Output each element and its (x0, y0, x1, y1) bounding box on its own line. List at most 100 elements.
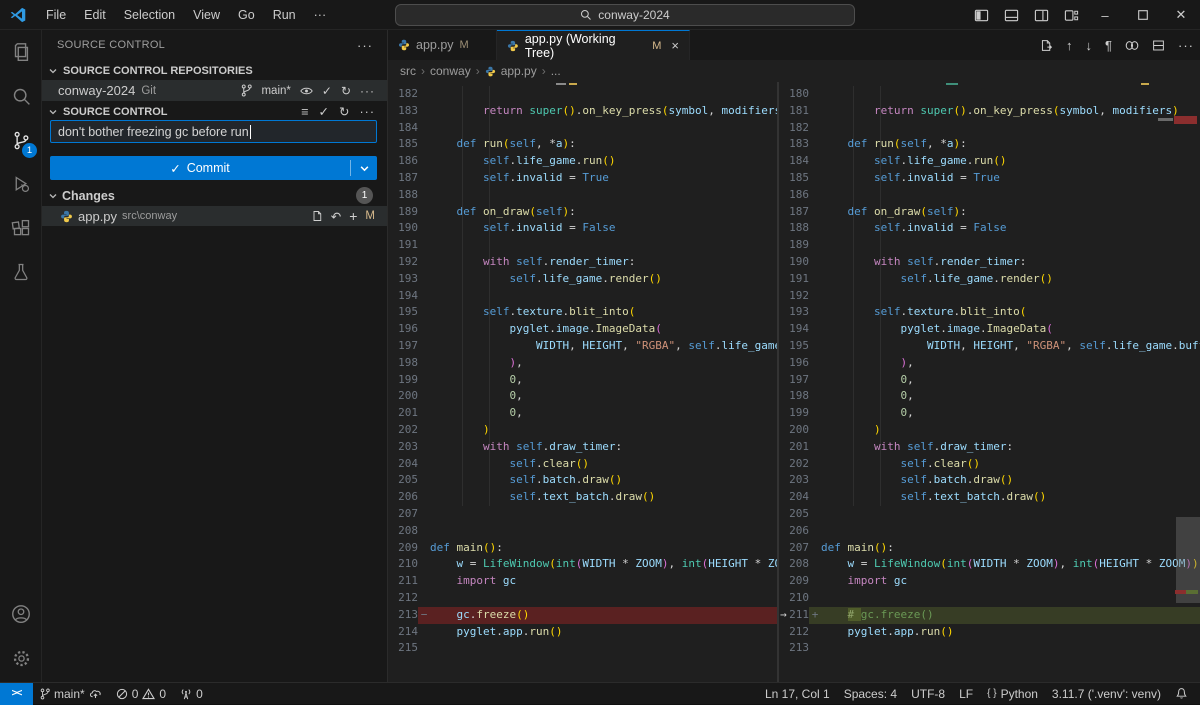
problems-status-item[interactable]: 0 0 (109, 683, 173, 705)
scm-section-header[interactable]: SOURCE CONTROL ≡ ✓ ↻ ··· (42, 102, 387, 121)
tab-app-py[interactable]: app.py M (388, 30, 497, 60)
menu-file[interactable]: File (37, 0, 75, 30)
diff-sign (809, 472, 821, 489)
diff-sign (809, 372, 821, 389)
encoding-item[interactable]: UTF-8 (904, 683, 952, 705)
explorer-icon[interactable] (0, 30, 42, 74)
testing-icon[interactable] (0, 250, 42, 294)
commit-check-icon[interactable]: ✓ (322, 84, 332, 98)
line-number: 206 (388, 489, 418, 506)
eol-item[interactable]: LF (952, 683, 980, 705)
breadcrumb-item[interactable]: app.py (501, 64, 537, 78)
source-control-view-icon[interactable]: 1 (0, 118, 42, 162)
modified-pane[interactable]: 180181 return super().on_key_press(symbo… (779, 82, 1200, 682)
eye-icon[interactable] (300, 86, 313, 96)
menu-more[interactable]: ··· (305, 0, 336, 30)
ports-status-item[interactable]: 0 (173, 683, 210, 705)
repositories-header[interactable]: SOURCE CONTROL REPOSITORIES (42, 61, 387, 80)
text-caret (250, 125, 251, 139)
run-debug-icon[interactable] (0, 162, 42, 206)
search-view-icon[interactable] (0, 74, 42, 118)
customize-layout-icon[interactable] (1056, 0, 1086, 30)
line-number: 197 (388, 338, 418, 355)
language-mode-item[interactable]: { } Python (980, 683, 1045, 705)
editor-more-icon[interactable]: ··· (1178, 38, 1194, 53)
code-line: 212 (388, 590, 777, 607)
line-number: 203 (779, 472, 809, 489)
extensions-icon[interactable] (0, 206, 42, 250)
breadcrumb-item[interactable]: ... (551, 64, 561, 78)
line-number: 208 (388, 523, 418, 540)
open-file-icon[interactable] (311, 210, 323, 222)
refresh-icon[interactable]: ↻ (339, 104, 349, 119)
menu-run[interactable]: Run (264, 0, 305, 30)
sidebar-more-icon[interactable]: ··· (357, 38, 373, 53)
tab-modified-badge: M (460, 39, 469, 51)
maximize-button[interactable] (1124, 0, 1162, 30)
split-editor-icon[interactable] (1152, 39, 1165, 52)
breadcrumb-item[interactable]: conway (430, 64, 471, 78)
repo-name: conway-2024 (58, 83, 135, 98)
diff-sign (809, 556, 821, 573)
open-changes-file-icon[interactable] (1040, 39, 1053, 52)
commit-message-input[interactable]: don't bother freezing gc before run (50, 120, 377, 143)
stage-changes-icon[interactable]: + (349, 208, 357, 224)
python-interpreter-item[interactable]: 3.11.7 ('.venv': venv) (1045, 683, 1168, 705)
refresh-icon[interactable]: ↻ (341, 84, 351, 98)
previous-change-icon[interactable]: ↑ (1066, 38, 1073, 53)
sync-icon (89, 688, 102, 699)
tab-modified-badge: M (652, 40, 661, 52)
diff-sign (418, 556, 430, 573)
code-line: 206 (779, 523, 1200, 540)
changed-file-row[interactable]: app.py src\conway ↶ + M (42, 206, 387, 226)
account-icon[interactable] (0, 592, 42, 636)
repo-more-icon[interactable]: ··· (360, 84, 375, 98)
toggle-primary-sidebar-icon[interactable] (966, 0, 996, 30)
toggle-secondary-sidebar-icon[interactable] (1026, 0, 1056, 30)
next-change-icon[interactable]: ↓ (1086, 38, 1093, 53)
line-number: 199 (388, 372, 418, 389)
remote-indicator[interactable]: >< (0, 683, 33, 705)
commit-check-icon[interactable]: ✓ (319, 104, 329, 119)
indentation-item[interactable]: Spaces: 4 (837, 683, 904, 705)
repo-branch-label[interactable]: main* (261, 85, 290, 97)
code-line: 186 self.life_game.run() (388, 153, 777, 170)
chevron-down-icon (46, 64, 60, 78)
original-pane[interactable]: 182183 return super().on_key_press(symbo… (388, 82, 777, 682)
menu-selection[interactable]: Selection (115, 0, 184, 30)
tab-close-icon[interactable]: × (671, 38, 679, 53)
toggle-panel-icon[interactable] (996, 0, 1026, 30)
line-number: 212 (779, 624, 809, 641)
settings-gear-icon[interactable] (0, 636, 42, 680)
whitespace-icon[interactable]: ¶ (1105, 38, 1112, 53)
discard-changes-icon[interactable]: ↶ (331, 209, 341, 224)
commit-button[interactable]: ✓ Commit (50, 156, 377, 180)
branch-status-item[interactable]: main* (33, 683, 109, 705)
changes-header[interactable]: Changes 1 (42, 186, 387, 205)
menu-go[interactable]: Go (229, 0, 264, 30)
line-number: 185 (388, 136, 418, 153)
diff-sign (809, 439, 821, 456)
cursor-position-item[interactable]: Ln 17, Col 1 (758, 683, 837, 705)
notifications-bell[interactable] (1168, 683, 1200, 705)
line-number: 189 (388, 204, 418, 221)
line-number: 200 (388, 388, 418, 405)
search-icon (580, 9, 592, 21)
command-center-search[interactable]: conway-2024 (395, 4, 855, 26)
menu-edit[interactable]: Edit (75, 0, 115, 30)
commit-dropdown-button[interactable] (351, 164, 377, 173)
close-button[interactable]: ✕ (1162, 0, 1200, 30)
breadcrumb[interactable]: src › conway › app.py › ... (388, 60, 1200, 82)
menu-view[interactable]: View (184, 0, 229, 30)
diff-sign (418, 237, 430, 254)
line-number: 205 (779, 506, 809, 523)
map-icon[interactable] (1125, 40, 1139, 51)
scm-more-icon[interactable]: ··· (360, 105, 376, 119)
minimize-button[interactable]: – (1086, 0, 1124, 30)
tab-app-py-working-tree[interactable]: app.py (Working Tree) M × (497, 30, 690, 60)
breadcrumb-item[interactable]: src (400, 64, 416, 78)
line-number: 187 (388, 170, 418, 187)
repository-row[interactable]: conway-2024 Git main* ✓ ↻ ··· (42, 80, 387, 101)
diff-sign (418, 506, 430, 523)
view-as-list-icon[interactable]: ≡ (301, 105, 308, 119)
